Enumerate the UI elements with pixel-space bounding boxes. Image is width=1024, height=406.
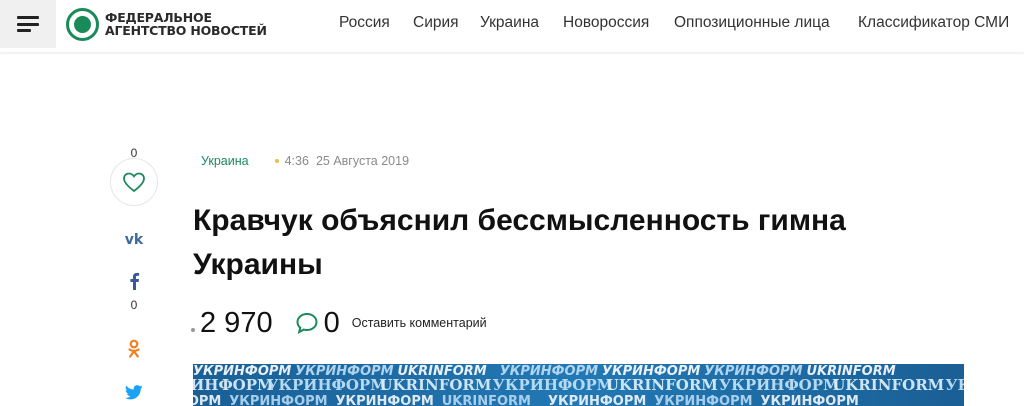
nav-item-ukraine[interactable]: Украина xyxy=(480,14,539,32)
category-link[interactable]: Украина xyxy=(201,154,249,168)
banner-word: UKRINFORM xyxy=(379,376,491,394)
site-header: ФЕДЕРАЛЬНОЕ АГЕНТСТВО НОВОСТЕЙ Россия Си… xyxy=(0,0,1024,52)
banner-word: УКРИНФОРМ xyxy=(654,394,752,406)
banner-word: UKRINFORM xyxy=(442,394,531,406)
facebook-share-button[interactable] xyxy=(122,269,146,293)
article-stats: 2 970 0 Оставить комментарий xyxy=(191,305,487,341)
banner-word: УКРИНФОРМ xyxy=(719,376,840,394)
like-button[interactable] xyxy=(110,158,158,206)
site-logo[interactable]: ФЕДЕРАЛЬНОЕ АГЕНТСТВО НОВОСТЕЙ xyxy=(66,7,267,41)
views-count: 2 970 xyxy=(200,306,273,339)
facebook-share-count: 0 xyxy=(130,298,138,312)
menu-icon xyxy=(17,16,39,32)
odnoklassniki-share-button[interactable] xyxy=(122,337,146,361)
heart-icon xyxy=(123,172,145,193)
nav-item-opposition[interactable]: Оппозиционные лица xyxy=(674,14,830,32)
vk-share-button[interactable]: vk xyxy=(122,227,146,251)
twitter-icon xyxy=(125,384,143,399)
banner-word: УКРИНФОРМ xyxy=(945,376,964,394)
logo-line-2: АГЕНТСТВО НОВОСТЕЙ xyxy=(105,23,267,38)
ukrinform-banner-graphic: УКРИНФОРМ УКРИНФОРМ UKRINFORM УКРИНФОРМ УКРИ… xyxy=(193,364,964,406)
leave-comment-link[interactable]: Оставить комментарий xyxy=(352,316,487,330)
nav-item-novorossiya[interactable]: Новороссия xyxy=(563,14,649,32)
banner-word: УКРИНФОРМ xyxy=(193,394,221,406)
article-image: УКРИНФОРМ УКРИНФОРМ UKRINFORM УКРИНФОРМ УКРИ… xyxy=(193,364,964,406)
facebook-icon xyxy=(130,272,140,290)
banner-word: UKRINFORM xyxy=(606,376,718,394)
svg-text:vk: vk xyxy=(125,232,144,246)
comments-count: 0 xyxy=(323,306,340,339)
publish-date: 25 Августа 2019 xyxy=(315,154,410,168)
article-title: Кравчук объяснил бессмысленность гимна У… xyxy=(193,204,846,281)
globe-logo-icon xyxy=(66,7,99,41)
article-meta: Украина 4:36 25 Августа 2019 xyxy=(201,153,409,169)
banner-word: УКРИНФОРМ xyxy=(760,394,858,406)
nav-item-russia[interactable]: Россия xyxy=(339,14,390,32)
hamburger-menu-button[interactable] xyxy=(0,0,56,48)
comment-icon[interactable] xyxy=(295,311,319,335)
banner-word: УКРИНФОРМ xyxy=(229,394,327,406)
banner-word: УКРИНФОРМ xyxy=(193,376,274,394)
nav-item-syria[interactable]: Сирия xyxy=(413,14,459,32)
meta-separator-dot xyxy=(274,159,279,163)
views-dot xyxy=(191,328,195,332)
banner-word: УКРИНФОРМ xyxy=(335,394,433,406)
banner-word: УКРИНФОРМ xyxy=(266,376,387,394)
nav-item-media-classifier[interactable]: Классификатор СМИ xyxy=(858,14,1009,32)
banner-word: UKRINFORM xyxy=(832,376,944,394)
publish-time: 4:36 xyxy=(284,154,309,168)
logo-text: ФЕДЕРАЛЬНОЕ АГЕНТСТВО НОВОСТЕЙ xyxy=(105,11,267,37)
vk-icon: vk xyxy=(125,232,144,246)
banner-word: УКРИНФОРМ xyxy=(493,376,614,394)
twitter-share-button[interactable] xyxy=(122,380,146,404)
banner-word: УКРИНФОРМ xyxy=(548,394,646,406)
odnoklassniki-icon xyxy=(128,339,140,358)
